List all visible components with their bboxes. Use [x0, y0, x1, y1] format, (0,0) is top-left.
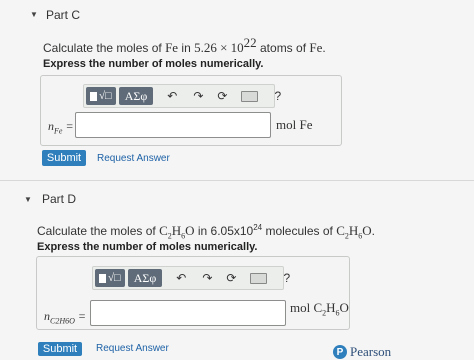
- collapse-caret-icon[interactable]: ▼: [30, 10, 38, 19]
- redo-icon[interactable]: ↷: [202, 269, 212, 287]
- keyboard-icon[interactable]: [250, 269, 268, 287]
- part-c-title: Part C: [46, 8, 81, 22]
- undo-icon[interactable]: ↶: [176, 269, 186, 287]
- greek-icon[interactable]: AΣφ: [118, 87, 154, 105]
- part-c-submit-button[interactable]: Submit: [42, 150, 86, 166]
- pearson-brand: P Pearson: [333, 344, 391, 360]
- keyboard-icon[interactable]: [241, 87, 259, 105]
- help-icon[interactable]: ?: [283, 269, 290, 287]
- part-c-variable-label: nFe =: [48, 119, 74, 136]
- reset-icon[interactable]: ⟳: [226, 269, 236, 287]
- part-d-answer-input[interactable]: [90, 300, 286, 326]
- greek-icon[interactable]: AΣφ: [127, 269, 163, 287]
- part-d-submit-button[interactable]: Submit: [38, 342, 82, 356]
- templates-icon[interactable]: √□: [86, 87, 116, 105]
- pearson-logo-icon: P: [333, 345, 347, 359]
- part-c-answer-input[interactable]: [75, 112, 271, 138]
- part-c-toolbar: √□ AΣφ ↶ ↷ ⟳ ?: [83, 84, 281, 108]
- part-c-request-answer-link[interactable]: Request Answer: [97, 153, 170, 164]
- help-icon[interactable]: ?: [274, 87, 281, 105]
- part-d-request-answer-link[interactable]: Request Answer: [96, 343, 169, 354]
- part-d-toolbar: √□ AΣφ ↶ ↷ ⟳ ?: [92, 266, 290, 290]
- part-d-unit-label: mol C2H6O: [290, 300, 349, 318]
- part-c-question: Calculate the moles of Fe in 5.26 × 1022…: [43, 35, 326, 55]
- collapse-caret-icon[interactable]: ▼: [24, 195, 32, 204]
- part-c-instruction: Express the number of moles numerically.: [43, 58, 264, 70]
- part-d-variable-label: nC2H6O =: [44, 309, 86, 326]
- part-d-question: Calculate the moles of C2H6O in 6.05x102…: [37, 223, 375, 241]
- templates-icon[interactable]: √□: [95, 269, 125, 287]
- reset-icon[interactable]: ⟳: [217, 87, 227, 105]
- part-d-title: Part D: [42, 192, 77, 206]
- pearson-wordmark: Pearson: [350, 344, 392, 359]
- part-d-instruction: Express the number of moles numerically.: [37, 241, 258, 253]
- redo-icon[interactable]: ↷: [193, 87, 203, 105]
- undo-icon[interactable]: ↶: [167, 87, 177, 105]
- part-c-unit-label: mol Fe: [276, 117, 313, 132]
- section-divider: [0, 180, 474, 181]
